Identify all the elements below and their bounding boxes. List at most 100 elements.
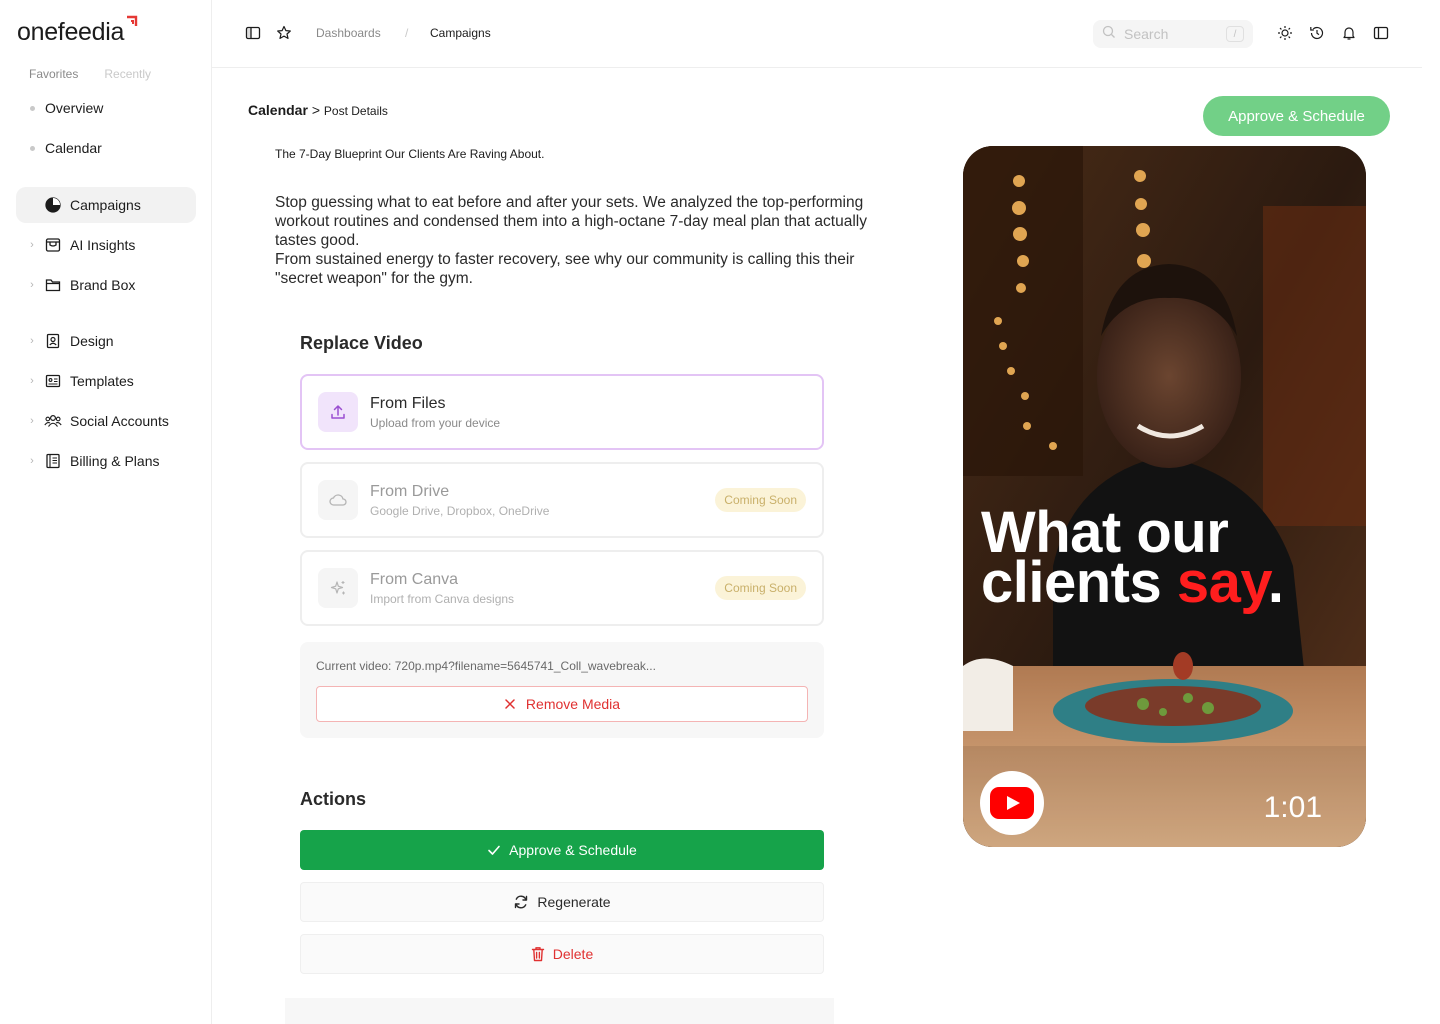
delete-label: Delete <box>552 946 594 962</box>
bullet-icon <box>30 145 35 151</box>
sparkle-icon <box>318 568 358 608</box>
sidebar: onefeedia Favorites Recently Overview Ca… <box>0 0 212 1024</box>
option-from-drive[interactable]: From Drive Google Drive, Dropbox, OneDri… <box>300 462 824 538</box>
search-input[interactable] <box>1124 26 1214 42</box>
sidebar-item-label: Design <box>70 333 114 349</box>
folder-icon <box>44 276 62 294</box>
option-name: From Drive <box>370 482 450 500</box>
chevron-right-icon: › <box>30 455 34 467</box>
coming-soon-badge: Coming Soon <box>715 576 806 600</box>
post-title: The 7-Day Blueprint Our Clients Are Ravi… <box>275 147 545 161</box>
search-shortcut-hint: / <box>1226 26 1244 42</box>
inbox-icon <box>44 236 62 254</box>
current-video-panel: Current video: 720p.mp4?filename=5645741… <box>300 642 824 738</box>
users-icon <box>44 412 62 430</box>
option-description: Google Drive, Dropbox, OneDrive <box>370 503 550 518</box>
bell-icon[interactable] <box>1340 24 1358 42</box>
id-card-icon <box>44 372 62 390</box>
page-breadcrumb: Calendar > Post Details <box>248 102 388 118</box>
chevron-right-icon: › <box>30 415 34 427</box>
post-body-paragraph-1: Stop guessing what to eat before and aft… <box>275 194 867 249</box>
chevron-right-icon: › <box>30 279 34 291</box>
caption-highlight-word: say <box>1176 550 1268 615</box>
sidebar-toggle-icon[interactable] <box>244 24 262 42</box>
breadcrumb-calendar-link[interactable]: Calendar <box>248 102 308 118</box>
close-icon <box>504 698 516 710</box>
approve-schedule-label: Approve & Schedule <box>509 842 637 858</box>
panel-icon[interactable] <box>1372 24 1390 42</box>
remove-media-button[interactable]: Remove Media <box>316 686 808 722</box>
youtube-icon[interactable] <box>980 771 1044 835</box>
sidebar-item-overview[interactable]: Overview <box>16 90 196 126</box>
option-name: From Files <box>370 394 446 412</box>
video-preview[interactable]: What our clients say. 1:01 <box>963 146 1366 847</box>
regenerate-button[interactable]: Regenerate <box>300 882 824 922</box>
regenerate-label: Regenerate <box>537 894 611 910</box>
sidebar-item-label: Campaigns <box>70 197 141 213</box>
sidebar-item-ai-insights[interactable]: › AI Insights <box>16 227 196 263</box>
sidebar-item-campaigns[interactable]: Campaigns <box>16 187 196 223</box>
cloud-icon <box>318 480 358 520</box>
bottom-panel-edge <box>285 998 834 1024</box>
sidebar-item-label: Calendar <box>45 140 102 156</box>
sidebar-item-label: Social Accounts <box>70 413 169 429</box>
video-thumbnail-image <box>963 146 1366 847</box>
pie-chart-icon <box>44 196 62 214</box>
sidebar-item-label: Billing & Plans <box>70 453 160 469</box>
chevron-right-icon: › <box>30 375 34 387</box>
breadcrumb-separator: / <box>405 26 409 40</box>
approve-schedule-button[interactable]: Approve & Schedule <box>300 830 824 870</box>
search-icon <box>1102 25 1116 44</box>
breadcrumb-separator: > <box>311 102 320 118</box>
caption-line-2: clients say. <box>981 554 1284 612</box>
current-video-label: Current video: <box>316 659 392 673</box>
search-box[interactable]: / <box>1093 20 1253 48</box>
caption-period: . <box>1267 550 1284 615</box>
trash-icon <box>531 947 544 962</box>
sidebar-tabs: Favorites Recently <box>29 67 151 81</box>
sidebar-item-brand-box[interactable]: › Brand Box <box>16 267 196 303</box>
approve-schedule-top-button[interactable]: Approve & Schedule <box>1203 96 1390 136</box>
video-duration: 1:01 <box>1263 791 1322 824</box>
actions-heading: Actions <box>300 789 367 809</box>
sidebar-item-label: AI Insights <box>70 237 136 253</box>
chevron-right-icon: › <box>30 239 34 251</box>
current-video-info: Current video: 720p.mp4?filename=5645741… <box>316 659 656 673</box>
replace-video-heading: Replace Video <box>300 333 423 353</box>
option-from-canva[interactable]: From Canva Import from Canva designs Com… <box>300 550 824 626</box>
current-video-filename: 720p.mp4?filename=5645741_Coll_wavebreak… <box>394 659 656 673</box>
upload-icon <box>318 392 358 432</box>
coming-soon-badge: Coming Soon <box>715 488 806 512</box>
tab-favorites[interactable]: Favorites <box>29 67 78 81</box>
sidebar-item-calendar[interactable]: Calendar <box>16 130 196 166</box>
delete-button[interactable]: Delete <box>300 934 824 974</box>
book-icon <box>44 452 62 470</box>
sidebar-item-label: Templates <box>70 373 134 389</box>
history-icon[interactable] <box>1308 24 1326 42</box>
option-description: Import from Canva designs <box>370 591 515 606</box>
option-description: Upload from your device <box>370 415 501 430</box>
sidebar-item-label: Overview <box>45 100 104 116</box>
sidebar-item-label: Brand Box <box>70 277 136 293</box>
logo-text: onefeedia <box>17 18 125 46</box>
tab-recently[interactable]: Recently <box>104 67 151 81</box>
sidebar-item-billing-plans[interactable]: › Billing & Plans <box>16 443 196 479</box>
option-from-files[interactable]: From Files Upload from your device <box>300 374 824 450</box>
star-icon[interactable] <box>275 24 293 42</box>
chevron-right-icon: › <box>30 335 34 347</box>
sun-icon[interactable] <box>1276 24 1294 42</box>
sidebar-item-design[interactable]: › Design <box>16 323 196 359</box>
video-caption: What our clients say. <box>981 504 1284 612</box>
sidebar-item-social-accounts[interactable]: › Social Accounts <box>16 403 196 439</box>
refresh-icon <box>515 895 528 909</box>
logo[interactable]: onefeedia <box>17 15 139 47</box>
breadcrumb-campaigns[interactable]: Campaigns <box>430 26 491 40</box>
sidebar-item-templates[interactable]: › Templates <box>16 363 196 399</box>
check-icon <box>488 845 500 855</box>
logo-arrow-icon <box>125 14 139 33</box>
option-name: From Canva <box>370 570 459 588</box>
breadcrumb-current: Post Details <box>323 104 388 118</box>
breadcrumb-dashboards[interactable]: Dashboards <box>316 26 381 40</box>
caption-word-clients: clients <box>981 550 1177 615</box>
post-body: Stop guessing what to eat before and aft… <box>275 193 895 288</box>
